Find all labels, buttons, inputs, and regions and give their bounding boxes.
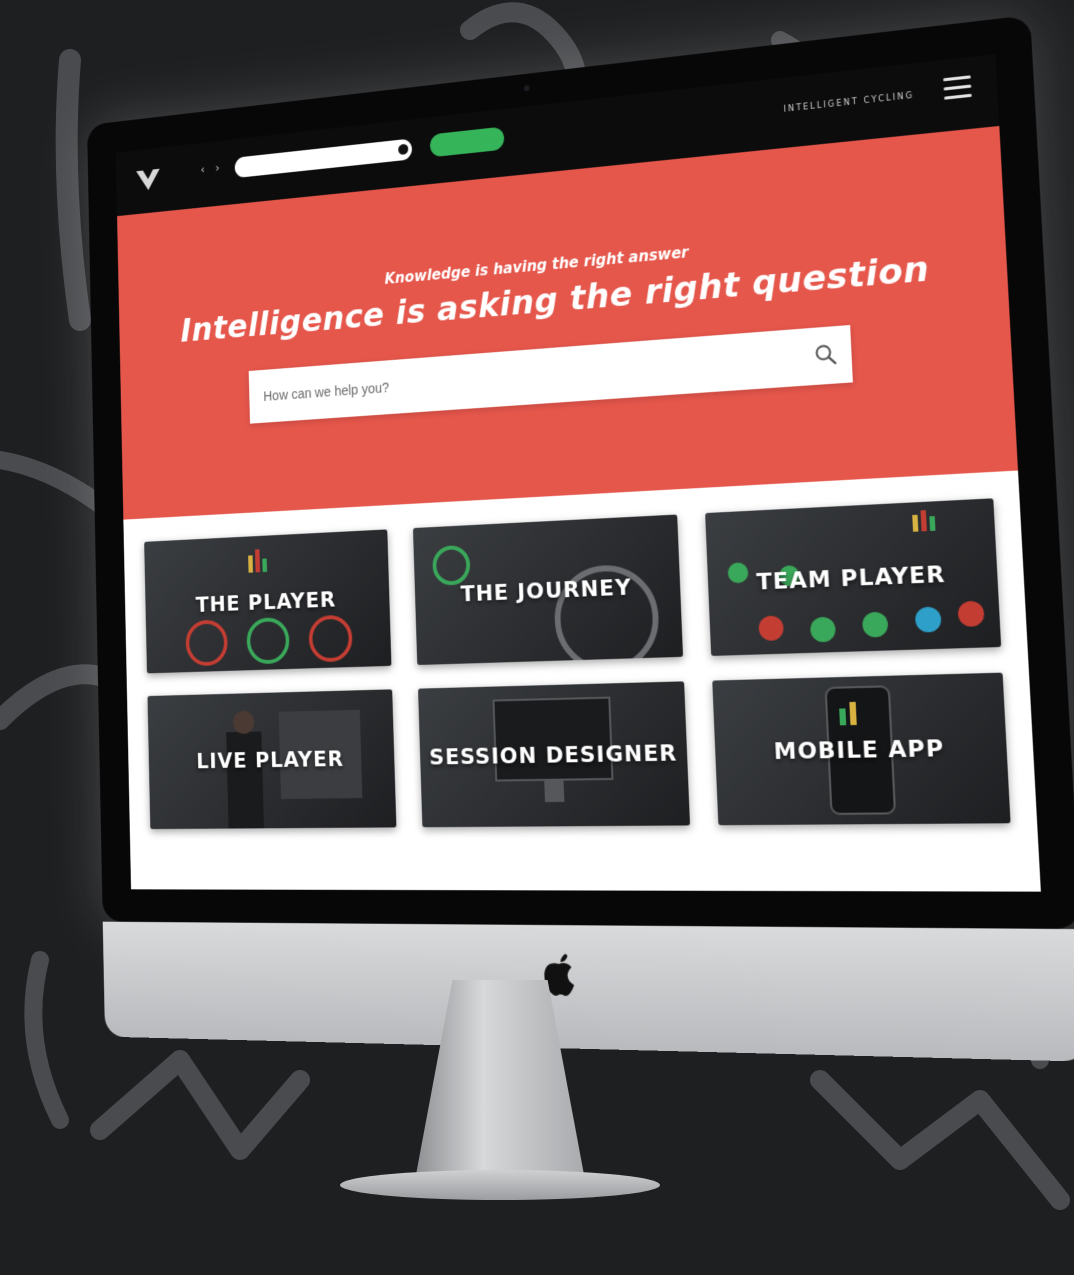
monitor-bezel: ‹ › INTELLIGENT CYCLING Knowledge is hav…	[87, 14, 1074, 930]
tile-team-player[interactable]: TEAM PLAYER	[705, 498, 1002, 656]
search-icon[interactable]	[814, 342, 838, 366]
tile-session-designer[interactable]: SESSION DESIGNER	[418, 681, 691, 828]
device-stage: ‹ › INTELLIGENT CYCLING Knowledge is hav…	[0, 0, 1074, 1275]
tile-mobile-app[interactable]: MOBILE APP	[712, 672, 1011, 826]
tile-label: SESSION DESIGNER	[428, 740, 678, 771]
tile-label: LIVE PLAYER	[196, 746, 345, 774]
tile-the-journey[interactable]: THE JOURNEY	[412, 514, 684, 666]
monitor-chin	[102, 921, 1074, 1062]
hamburger-icon[interactable]	[943, 75, 972, 105]
search-input[interactable]	[248, 329, 800, 424]
tile-label: MOBILE APP	[773, 735, 945, 765]
website-screen: ‹ › INTELLIGENT CYCLING Knowledge is hav…	[115, 54, 1041, 892]
camera-icon	[523, 85, 530, 92]
header-tagline: INTELLIGENT CYCLING	[783, 90, 915, 114]
green-action-button[interactable]	[429, 126, 505, 158]
url-field[interactable]	[234, 138, 413, 179]
tile-label: THE PLAYER	[195, 587, 337, 618]
tile-the-player[interactable]: THE PLAYER	[144, 529, 392, 674]
v-logo-icon[interactable]	[134, 166, 161, 194]
monitor-base	[340, 1170, 660, 1200]
search-box	[248, 324, 853, 424]
browser-nav-arrows[interactable]: ‹ ›	[200, 161, 223, 177]
tile-live-player[interactable]: LIVE PLAYER	[147, 689, 397, 830]
desktop-monitor: ‹ › INTELLIGENT CYCLING Knowledge is hav…	[87, 14, 1074, 1062]
